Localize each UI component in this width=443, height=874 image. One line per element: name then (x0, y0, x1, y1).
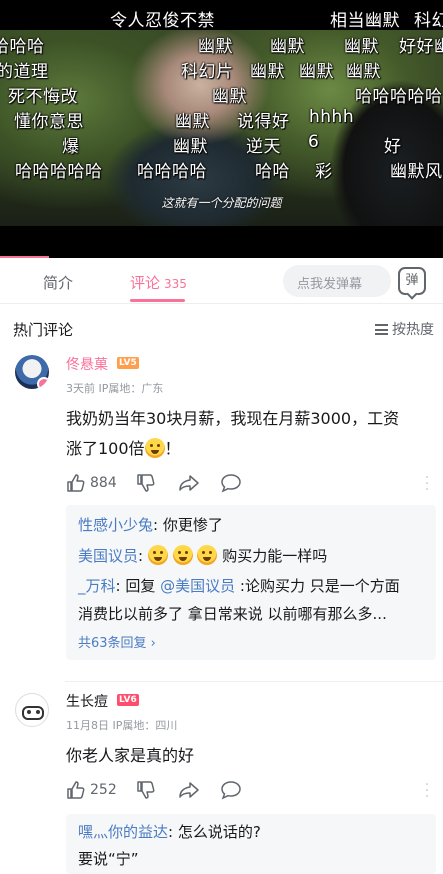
danmaku-item: hhhh (309, 107, 355, 127)
danmaku-item: 哈哈哈 (0, 37, 45, 57)
danmaku-item: 哈哈哈哈哈 (355, 87, 443, 107)
reply-username[interactable]: _万科 (78, 577, 116, 595)
video-player[interactable]: 令人忍俊不禁 相当幽默 科幻 哈哈哈 幽默 幽默 幽默 好好幽 的道理 科幻片 … (0, 0, 443, 258)
comment-text-suffix: ！ (164, 439, 181, 458)
verified-badge-icon (37, 377, 49, 389)
reply-text: : 回复 (115, 577, 161, 595)
reply-continuation: 消费比以前多了 拿日常来说 以前哪有那么多... (78, 605, 387, 623)
comment-actions: 252 · · · (66, 778, 436, 804)
like-count: 884 (90, 475, 117, 491)
sort-label: 按热度 (392, 322, 434, 338)
danmaku-item: 科幻片 (181, 62, 234, 82)
comment-line: 涨了100倍 ！ (66, 434, 436, 464)
danmaku-item: 哈哈哈哈哈 (15, 162, 103, 182)
comment-text: 涨了100倍 (66, 439, 145, 458)
video-subtitle: 这就有一个分配的问题 (161, 196, 282, 210)
reply-mention[interactable]: @美国议员 (160, 577, 235, 595)
danmaku-item: 的道理 (0, 62, 49, 82)
danmaku-item: 令人忍俊不禁 (110, 11, 215, 31)
reply-text-tail: 购买力能一样吗 (222, 547, 328, 565)
danmaku-item: 逆天 (246, 137, 281, 157)
reply-item: 美国议员: 购买力能一样吗 (78, 542, 327, 571)
tab-comments-label: 评论 (130, 274, 161, 292)
user-level-badge: LV6 (117, 694, 139, 706)
emoji-shocked-icon (144, 438, 165, 458)
reply-item: 嘿灬你的益达: 怎么说话的? (78, 818, 261, 847)
danmaku-item: 科幻 (414, 11, 443, 31)
danmaku-item: 相当幽默 (330, 11, 400, 31)
comment-line: 我奶奶当年30块月薪，我现在月薪3000，工资 (66, 409, 400, 428)
share-icon[interactable] (178, 780, 200, 800)
like-count: 252 (90, 782, 117, 798)
dislike-icon[interactable] (136, 780, 156, 800)
emoji-laughing-icon (197, 545, 218, 565)
reply-username[interactable]: 性感小少兔 (78, 516, 153, 534)
danmaku-item: 懂你意思 (14, 112, 84, 132)
danmaku-item: 幽默 (344, 37, 379, 57)
tab-intro[interactable]: 简介 (43, 272, 73, 293)
danmaku-item: 幽默 (250, 62, 285, 82)
danmaku-toggle-button[interactable]: 弹 (398, 267, 426, 295)
avatar[interactable] (15, 693, 49, 727)
danmaku-item: 死不悔改 (8, 87, 78, 107)
danmaku-item: 幽默 (198, 37, 233, 57)
danmaku-input[interactable]: 点我发弹幕 (283, 265, 391, 297)
reply-item: 性感小少兔: 你更惨了 (78, 511, 223, 540)
sort-button[interactable]: 按热度 (375, 319, 434, 339)
danmaku-item: 好 (384, 137, 402, 157)
user-level-badge: LV5 (117, 357, 139, 369)
comment-content[interactable]: 我奶奶当年30块月薪，我现在月薪3000，工资 涨了100倍 ！ (66, 404, 436, 464)
reply-continuation: 要说“宁” (78, 850, 139, 868)
comment-username[interactable]: 生长痘 (66, 691, 108, 711)
reply-text-tail: :论购买力 只是一个方面 (235, 577, 400, 595)
active-tab-indicator (130, 299, 185, 302)
danmaku-item: 幽默 (173, 137, 208, 157)
reply-icon[interactable] (220, 473, 242, 493)
danmaku-item: 幽默 (346, 62, 381, 82)
view-more-replies-link[interactable]: 共63条回复 › (78, 629, 156, 658)
like-icon[interactable] (66, 780, 86, 800)
dislike-icon[interactable] (136, 473, 156, 493)
danmaku-item: 爆 (62, 137, 80, 157)
comment-meta: 3天前 IP属地：广东 (66, 382, 164, 395)
tab-comments[interactable]: 评论 335 (130, 272, 187, 293)
danmaku-item: 幽默 (270, 37, 305, 57)
comment-meta: 11月8日 IP属地：四川 (66, 719, 178, 732)
comments-count: 335 (164, 277, 187, 291)
emoji-laughing-icon (172, 545, 193, 565)
avatar[interactable] (15, 355, 49, 389)
danmaku-item: 6 (308, 132, 320, 152)
comment-divider (65, 681, 443, 682)
reply-username[interactable]: 嘿灬你的益达 (78, 823, 168, 841)
danmaku-item: 好好幽 (399, 37, 443, 57)
reply-preview-box[interactable]: 性感小少兔: 你更惨了 美国议员: 购买力能一样吗 _万科: 回复 @美国议员 … (66, 505, 436, 660)
danmaku-item: 哈哈 (255, 162, 290, 182)
reply-username[interactable]: 美国议员 (78, 547, 138, 565)
danmaku-item: 幽默 (212, 87, 247, 107)
cartoon-face-icon (22, 706, 44, 720)
reply-text: : (138, 547, 144, 565)
like-icon[interactable] (66, 473, 86, 493)
emoji-laughing-icon (147, 545, 168, 565)
danmaku-item: 哈哈哈哈 (137, 162, 207, 182)
comment-actions: 884 · · · (66, 471, 436, 497)
share-icon[interactable] (178, 473, 200, 493)
more-options-icon[interactable]: · · · (424, 778, 430, 804)
hot-comments-title: 热门评论 (13, 321, 74, 339)
reply-text: : 你更惨了 (153, 516, 223, 534)
danmaku-item: 说得好 (237, 112, 290, 132)
comment-content[interactable]: 你老人家是真的好 (66, 741, 436, 771)
danmaku-item: 彩 (315, 162, 333, 182)
reply-icon[interactable] (220, 780, 242, 800)
reply-preview-box[interactable]: 嘿灬你的益达: 怎么说话的? 要说“宁” (66, 814, 436, 874)
danmaku-item: 幽默风 (390, 162, 443, 182)
danmaku-item: 幽默 (299, 62, 334, 82)
more-options-icon[interactable]: · · · (424, 471, 430, 497)
danmaku-item: 幽默 (175, 112, 210, 132)
comment-username[interactable]: 佟悬菓 (66, 354, 108, 374)
sort-lines-icon (375, 324, 388, 335)
reply-item: _万科: 回复 @美国议员 :论购买力 只是一个方面 (78, 572, 400, 601)
reply-text: : 怎么说话的? (168, 823, 261, 841)
